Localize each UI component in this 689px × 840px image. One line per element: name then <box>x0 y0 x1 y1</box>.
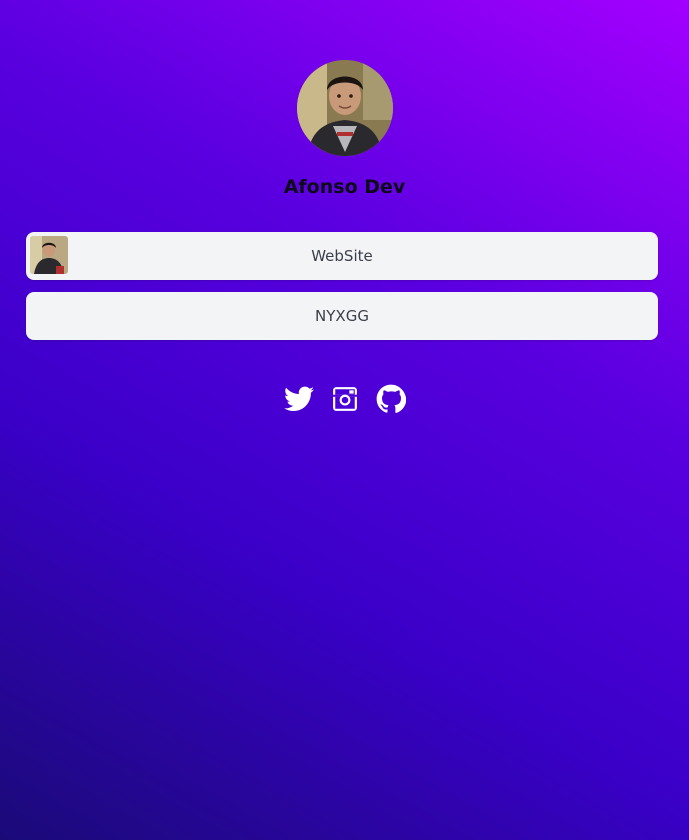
link-label: NYXGG <box>315 307 369 325</box>
link-list: WebSite NYXGG <box>26 232 658 352</box>
profile-name: Afonso Dev <box>283 176 406 198</box>
instagram-icon[interactable] <box>330 384 360 414</box>
link-thumbnail <box>30 236 68 274</box>
avatar <box>296 60 393 156</box>
link-label: WebSite <box>311 247 373 265</box>
profile-header: Afonso Dev <box>0 60 689 198</box>
link-button-website[interactable]: WebSite <box>26 232 658 280</box>
link-button-nyxgg[interactable]: NYXGG <box>26 292 658 340</box>
avatar-photo <box>296 60 393 156</box>
twitter-icon[interactable] <box>283 384 314 414</box>
github-icon[interactable] <box>376 384 406 414</box>
social-links <box>0 384 689 414</box>
